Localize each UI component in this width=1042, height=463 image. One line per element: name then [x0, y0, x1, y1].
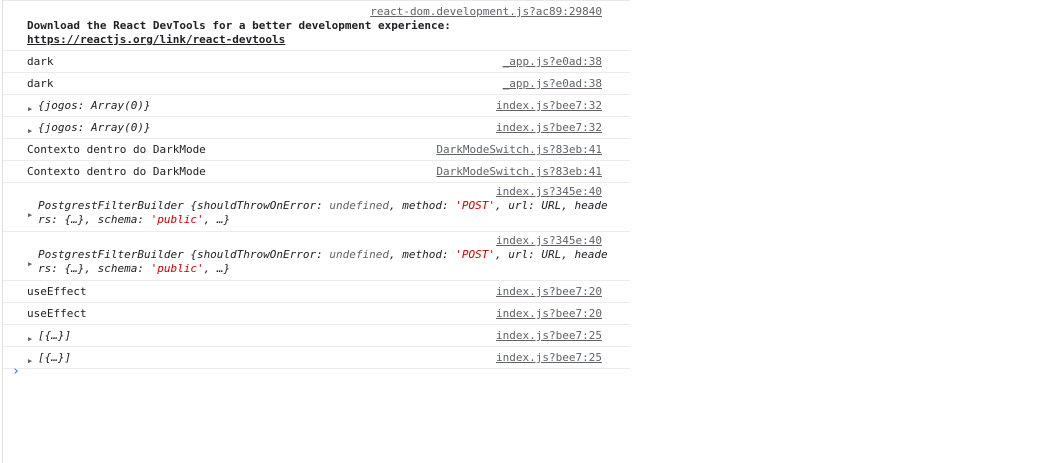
console-message: dark _app.js?e0ad:38	[3, 73, 630, 95]
triangle-right-icon[interactable]: ▶	[28, 208, 32, 222]
devtools-link[interactable]: https://reactjs.org/link/react-devtools	[27, 33, 285, 46]
message-object[interactable]: [{…}]	[38, 351, 71, 365]
object-text: , method:	[389, 199, 456, 212]
source-link[interactable]: index.js?bee7:20	[496, 285, 602, 299]
object-text: PostgrestFilterBuilder {shouldThrowOnErr…	[38, 199, 330, 212]
console-message: useEffect index.js?bee7:20	[3, 281, 630, 303]
source-link[interactable]: index.js?345e:40	[496, 234, 602, 248]
console-message[interactable]: index.js?345e:40 ▶ PostgrestFilterBuilde…	[3, 232, 630, 281]
message-text: Contexto dentro do DarkMode	[27, 143, 206, 156]
console-message[interactable]: ▶ {jogos: Array(0)} index.js?bee7:32	[3, 117, 630, 139]
source-link[interactable]: index.js?bee7:25	[496, 329, 602, 343]
triangle-right-icon[interactable]: ▶	[28, 332, 32, 346]
source-link[interactable]: _app.js?e0ad:38	[503, 55, 602, 69]
source-link[interactable]: index.js?bee7:32	[496, 99, 602, 113]
message-object[interactable]: PostgrestFilterBuilder {shouldThrowOnErr…	[38, 248, 608, 276]
console-message[interactable]: ▶ [{…}] index.js?bee7:25	[3, 347, 630, 369]
console-message: Contexto dentro do DarkMode DarkModeSwit…	[3, 161, 630, 183]
message-text: Download the React DevTools for a better…	[27, 19, 602, 47]
object-string: 'public'	[150, 213, 204, 226]
object-text: , …}	[203, 213, 231, 226]
source-link[interactable]: index.js?bee7:20	[496, 307, 602, 321]
object-value: undefined	[329, 248, 390, 261]
triangle-right-icon[interactable]: ▶	[28, 257, 32, 271]
message-prefix: Download the React DevTools for a better…	[27, 19, 451, 32]
message-object[interactable]: PostgrestFilterBuilder {shouldThrowOnErr…	[38, 199, 608, 227]
object-text: rs: {…}, schema:	[38, 213, 151, 226]
object-string: 'POST'	[455, 248, 495, 261]
chevron-right-icon[interactable]: ›	[12, 364, 20, 379]
message-object[interactable]: {jogos: Array(0)}	[38, 121, 151, 135]
console-panel: react-dom.development.js?ac89:29840 Down…	[2, 0, 630, 463]
object-value: undefined	[329, 199, 390, 212]
console-message[interactable]: ▶ [{…}] index.js?bee7:25	[3, 325, 630, 347]
message-text: Contexto dentro do DarkMode	[27, 165, 206, 178]
object-text: , url: URL, heade	[495, 199, 608, 212]
console-message[interactable]: ▶ {jogos: Array(0)} index.js?bee7:32	[3, 95, 630, 117]
object-string: 'POST'	[455, 199, 495, 212]
message-text: dark	[27, 77, 54, 90]
message-object[interactable]: {jogos: Array(0)}	[38, 99, 151, 113]
console-message[interactable]: index.js?345e:40 ▶ PostgrestFilterBuilde…	[3, 183, 630, 232]
object-text: PostgrestFilterBuilder {shouldThrowOnErr…	[38, 248, 330, 261]
triangle-right-icon[interactable]: ▶	[28, 102, 32, 116]
source-link[interactable]: _app.js?e0ad:38	[503, 77, 602, 91]
console-message: dark _app.js?e0ad:38	[3, 51, 630, 73]
triangle-right-icon[interactable]: ▶	[28, 124, 32, 138]
triangle-right-icon[interactable]: ▶	[28, 354, 32, 368]
source-link[interactable]: DarkModeSwitch.js?83eb:41	[436, 165, 602, 179]
source-link[interactable]: react-dom.development.js?ac89:29840	[370, 5, 602, 19]
object-text: , method:	[389, 248, 456, 261]
console-message: useEffect index.js?bee7:20	[3, 303, 630, 325]
console-message: react-dom.development.js?ac89:29840 Down…	[3, 1, 630, 51]
message-text: dark	[27, 55, 54, 68]
source-link[interactable]: index.js?bee7:32	[496, 121, 602, 135]
message-object[interactable]: [{…}]	[38, 329, 71, 343]
object-text: , url: URL, heade	[495, 248, 608, 261]
object-string: 'public'	[150, 262, 204, 275]
message-text: useEffect	[27, 285, 87, 298]
object-text: rs: {…}, schema:	[38, 262, 151, 275]
source-link[interactable]: index.js?bee7:25	[496, 351, 602, 365]
console-message: Contexto dentro do DarkMode DarkModeSwit…	[3, 139, 630, 161]
object-text: , …}	[203, 262, 231, 275]
message-text: useEffect	[27, 307, 87, 320]
source-link[interactable]: DarkModeSwitch.js?83eb:41	[436, 143, 602, 157]
source-link[interactable]: index.js?345e:40	[496, 185, 602, 199]
